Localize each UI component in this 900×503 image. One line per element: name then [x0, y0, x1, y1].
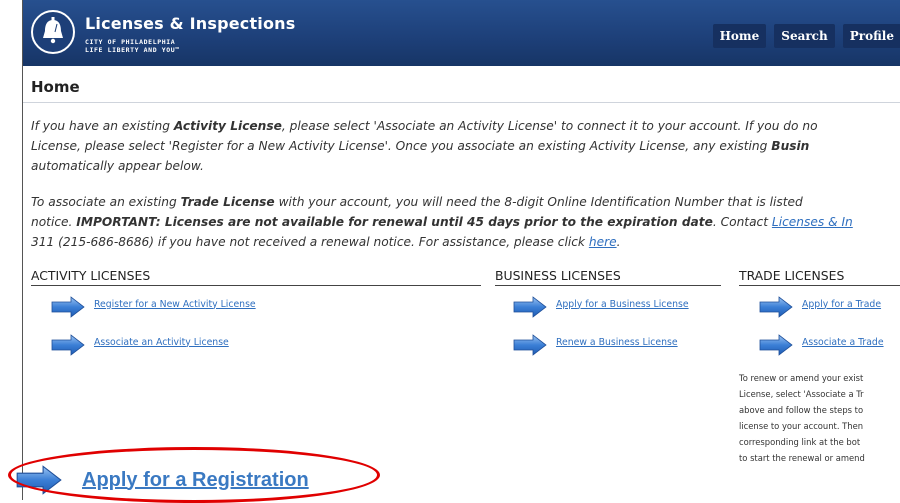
top-nav: Home Search Profile — [712, 24, 900, 48]
register-activity-license-row[interactable]: Register for a New Activity License — [51, 296, 256, 318]
nav-profile-button[interactable]: Profile — [842, 24, 900, 48]
renew-business-license-link[interactable]: Renew a Business License — [556, 337, 678, 348]
trade-note-line: To renew or amend your exist — [739, 373, 864, 383]
liberty-bell-logo-icon[interactable] — [31, 10, 75, 54]
associate-trade-license-link[interactable]: Associate a Trade — [802, 337, 884, 348]
nav-home-button[interactable]: Home — [712, 24, 767, 48]
city-tagline: CITY OF PHILADELPHIA LIFE LIBERTY AND YO… — [85, 38, 180, 54]
trade-licenses-heading: TRADE LICENSES — [739, 268, 900, 286]
trade-note-line: License, select 'Associate a Tr — [739, 389, 864, 399]
business-licenses-heading: BUSINESS LICENSES — [495, 268, 721, 286]
assistance-here-link[interactable]: here — [589, 235, 617, 249]
highlight-circle-annotation — [8, 447, 380, 503]
activity-licenses-heading: ACTIVITY LICENSES — [31, 268, 481, 286]
associate-activity-license-row[interactable]: Associate an Activity License — [51, 334, 229, 356]
trade-renewal-note: To renew or amend your exist License, se… — [739, 370, 900, 466]
arrow-right-icon[interactable] — [759, 334, 793, 356]
apply-trade-license-link[interactable]: Apply for a Trade — [802, 299, 881, 310]
arrow-right-icon[interactable] — [513, 334, 547, 356]
intro-emphasis: Busin — [771, 139, 810, 153]
intro-text-segment: automatically appear below. — [31, 159, 204, 173]
page-title: Home — [31, 78, 80, 96]
intro-text: If you have an existing Activity License… — [31, 116, 900, 268]
arrow-right-icon[interactable] — [513, 296, 547, 318]
intro-text-segment: . Contact — [712, 215, 772, 229]
app-title[interactable]: Licenses & Inspections — [85, 14, 296, 33]
arrow-right-icon[interactable] — [51, 296, 85, 318]
intro-text-segment: To associate an existing — [31, 195, 181, 209]
trade-note-line: to start the renewal or amend — [739, 453, 865, 463]
trade-note-line: license to your account. Then — [739, 421, 864, 431]
arrow-right-icon[interactable] — [51, 334, 85, 356]
city-name: CITY OF PHILADELPHIA — [85, 38, 176, 46]
apply-trade-license-row[interactable]: Apply for a Trade — [759, 296, 881, 318]
intro-text-segment: , please select 'Associate an Activity L… — [281, 119, 818, 133]
renew-business-license-row[interactable]: Renew a Business License — [513, 334, 678, 356]
intro-emphasis: Trade License — [180, 195, 275, 209]
intro-text-segment: notice. — [31, 215, 77, 229]
site-header: Licenses & Inspections CITY OF PHILADELP… — [23, 0, 900, 66]
intro-emphasis: IMPORTANT: Licenses are not available fo… — [76, 215, 713, 229]
trade-note-line: above and follow the steps to — [739, 405, 864, 415]
apply-business-license-row[interactable]: Apply for a Business License — [513, 296, 689, 318]
associate-trade-license-row[interactable]: Associate a Trade — [759, 334, 884, 356]
city-motto: LIFE LIBERTY AND YOU™ — [85, 46, 180, 54]
intro-paragraph-trade: To associate an existing Trade License w… — [31, 192, 900, 252]
nav-search-button[interactable]: Search — [774, 24, 835, 48]
intro-text-segment: If you have an existing — [31, 119, 174, 133]
intro-text-segment: . — [616, 235, 621, 249]
intro-paragraph-activity: If you have an existing Activity License… — [31, 116, 900, 176]
apply-business-license-link[interactable]: Apply for a Business License — [556, 299, 689, 310]
arrow-right-icon[interactable] — [759, 296, 793, 318]
associate-activity-license-link[interactable]: Associate an Activity License — [94, 337, 229, 348]
intro-emphasis: Activity License — [173, 119, 282, 133]
intro-text-segment: with your account, you will need the 8-d… — [274, 195, 803, 209]
page-title-bar: Home — [23, 66, 900, 103]
intro-text-segment: License, please select 'Register for a N… — [31, 139, 772, 153]
page-frame: Licenses & Inspections CITY OF PHILADELP… — [22, 0, 900, 500]
contact-li-link[interactable]: Licenses & In — [772, 215, 853, 229]
trade-note-line: corresponding link at the bot — [739, 437, 861, 447]
register-activity-license-link[interactable]: Register for a New Activity License — [94, 299, 256, 310]
intro-text-segment: 311 (215-686-8686) if you have not recei… — [31, 235, 589, 249]
